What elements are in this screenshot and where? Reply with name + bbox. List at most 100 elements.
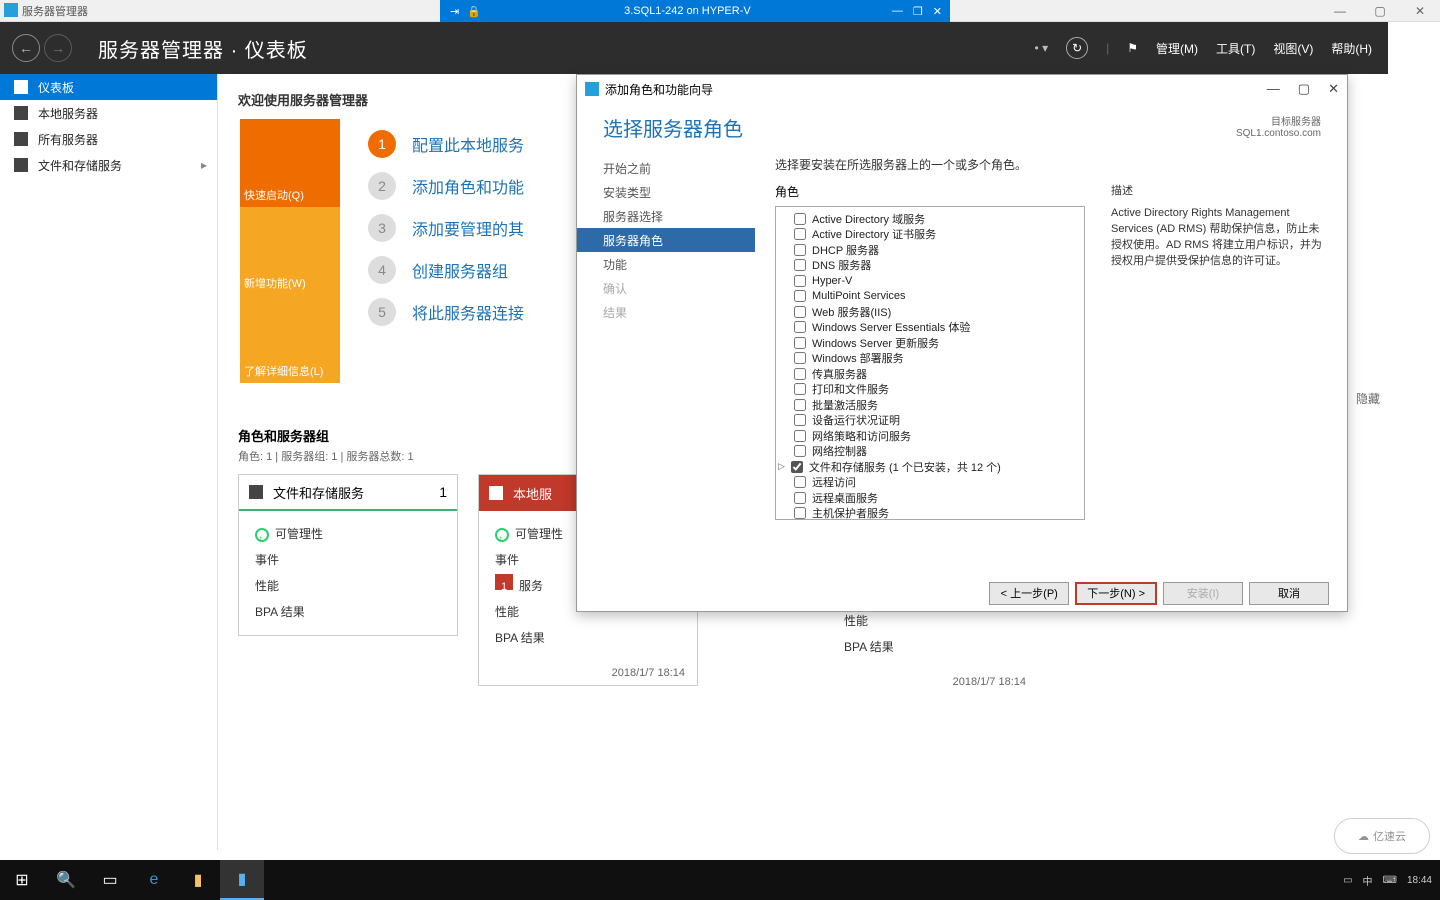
card-row[interactable]: BPA 结果 <box>495 625 681 651</box>
step-5[interactable]: 5将此服务器连接 <box>368 298 524 326</box>
refresh-dropdown[interactable]: • ▾ <box>1035 41 1049 55</box>
step-1[interactable]: 1配置此本地服务 <box>368 130 524 158</box>
hv-close-button[interactable]: ✕ <box>933 5 942 18</box>
card-row[interactable]: BPA 结果 <box>255 599 441 625</box>
menu-manage[interactable]: 管理(M) <box>1156 40 1198 57</box>
role-item[interactable]: Windows Server 更新服务 <box>782 335 1078 351</box>
role-checkbox[interactable] <box>794 244 806 256</box>
role-checkbox[interactable] <box>794 228 806 240</box>
tray-ime[interactable]: 中 <box>1363 873 1373 888</box>
step-3[interactable]: 3添加要管理的其 <box>368 214 524 242</box>
role-item[interactable]: 设备运行状况证明 <box>782 413 1078 429</box>
card-row[interactable]: 性能 <box>255 573 441 599</box>
role-checkbox[interactable] <box>794 306 806 318</box>
card-row[interactable]: 可管理性 <box>255 521 441 547</box>
role-item[interactable]: MultiPoint Services <box>782 289 1078 305</box>
wizard-maximize-button[interactable]: ▢ <box>1298 81 1310 97</box>
role-item[interactable]: 打印和文件服务 <box>782 382 1078 398</box>
start-button[interactable]: ⊞ <box>0 860 44 900</box>
role-card-storage[interactable]: 文件和存储服务1 可管理性 事件 性能 BPA 结果 <box>238 474 458 636</box>
role-item[interactable]: Hyper-V <box>782 273 1078 289</box>
nav-forward-button[interactable]: → <box>44 34 72 62</box>
refresh-icon[interactable]: ↻ <box>1066 37 1088 59</box>
ie-button[interactable]: e <box>132 860 176 900</box>
nav-back-button[interactable]: ← <box>12 34 40 62</box>
roles-list[interactable]: Active Directory 域服务Active Directory 证书服… <box>775 206 1085 520</box>
role-checkbox[interactable] <box>794 321 806 333</box>
step-2[interactable]: 2添加角色和功能 <box>368 172 524 200</box>
role-checkbox[interactable] <box>794 507 806 519</box>
role-checkbox[interactable] <box>794 492 806 504</box>
tile-learnmore[interactable]: 了解详细信息(L) <box>240 295 340 383</box>
server-manager-button[interactable]: ▮ <box>220 860 264 900</box>
role-checkbox[interactable] <box>794 476 806 488</box>
role-checkbox[interactable] <box>794 213 806 225</box>
role-item[interactable]: ▷文件和存储服务 (1 个已安装，共 12 个) <box>782 459 1078 475</box>
prev-button[interactable]: < 上一步(P) <box>989 582 1069 605</box>
nav-install-type[interactable]: 安装类型 <box>577 180 755 204</box>
host-minimize-button[interactable]: — <box>1320 0 1360 22</box>
nav-before[interactable]: 开始之前 <box>577 156 755 180</box>
role-item[interactable]: Active Directory 证书服务 <box>782 227 1078 243</box>
tray-keyboard-icon[interactable]: ⌨ <box>1383 875 1397 886</box>
search-button[interactable]: 🔍 <box>44 860 88 900</box>
card-row[interactable]: BPA 结果 <box>844 634 1022 660</box>
wizard-title-bar[interactable]: 添加角色和功能向导 — ▢ ✕ <box>577 75 1347 103</box>
nav-server-roles[interactable]: 服务器角色 <box>577 228 755 252</box>
role-item[interactable]: 传真服务器 <box>782 366 1078 382</box>
role-checkbox[interactable] <box>794 399 806 411</box>
role-checkbox[interactable] <box>794 259 806 271</box>
taskview-button[interactable]: ▭ <box>88 860 132 900</box>
role-item[interactable]: 网络策略和访问服务 <box>782 428 1078 444</box>
host-close-button[interactable]: ✕ <box>1400 0 1440 22</box>
role-item[interactable]: 远程桌面服务 <box>782 490 1078 506</box>
cancel-button[interactable]: 取消 <box>1249 582 1329 605</box>
role-checkbox[interactable] <box>794 290 806 302</box>
role-checkbox[interactable] <box>794 414 806 426</box>
role-checkbox[interactable] <box>791 461 803 473</box>
tray-time[interactable]: 18:44 <box>1407 875 1432 886</box>
hide-link[interactable]: 隐藏 <box>1356 390 1380 407</box>
breadcrumb-root[interactable]: 服务器管理器 <box>98 40 224 62</box>
hv-lock-icon[interactable]: 🔒 <box>467 5 481 18</box>
wizard-minimize-button[interactable]: — <box>1267 81 1280 97</box>
step-4[interactable]: 4创建服务器组 <box>368 256 524 284</box>
role-checkbox[interactable] <box>794 352 806 364</box>
hyperv-title-bar[interactable]: ⇥ 🔒 3.SQL1-242 on HYPER-V — ❐ ✕ <box>440 0 950 22</box>
hv-minimize-button[interactable]: — <box>892 5 903 18</box>
role-item[interactable]: DNS 服务器 <box>782 258 1078 274</box>
role-checkbox[interactable] <box>794 368 806 380</box>
role-item[interactable]: 批量激活服务 <box>782 397 1078 413</box>
flag-icon[interactable]: ⚑ <box>1127 41 1138 55</box>
explorer-button[interactable]: ▮ <box>176 860 220 900</box>
role-checkbox[interactable] <box>794 275 806 287</box>
nav-features[interactable]: 功能 <box>577 252 755 276</box>
wizard-close-button[interactable]: ✕ <box>1328 81 1339 97</box>
sidebar-item-dashboard[interactable]: 仪表板 <box>0 74 217 100</box>
next-button[interactable]: 下一步(N) > <box>1075 582 1157 605</box>
role-item[interactable]: 网络控制器 <box>782 444 1078 460</box>
role-item[interactable]: 主机保护者服务 <box>782 506 1078 521</box>
expand-icon[interactable]: ▷ <box>778 461 785 472</box>
menu-tools[interactable]: 工具(T) <box>1216 40 1255 57</box>
sidebar-item-storage[interactable]: 文件和存储服务▸ <box>0 152 217 178</box>
sidebar-item-all[interactable]: 所有服务器 <box>0 126 217 152</box>
role-checkbox[interactable] <box>794 430 806 442</box>
menu-view[interactable]: 视图(V) <box>1273 40 1313 57</box>
hv-restore-button[interactable]: ❐ <box>913 5 923 18</box>
hv-pin-icon[interactable]: ⇥ <box>450 5 459 18</box>
tray-network-icon[interactable]: ▭ <box>1343 875 1352 886</box>
role-checkbox[interactable] <box>794 445 806 457</box>
sidebar-item-local[interactable]: 本地服务器 <box>0 100 217 126</box>
menu-help[interactable]: 帮助(H) <box>1331 40 1372 57</box>
card-row[interactable]: 事件 <box>255 547 441 573</box>
nav-server-select[interactable]: 服务器选择 <box>577 204 755 228</box>
role-item[interactable]: Windows 部署服务 <box>782 351 1078 367</box>
role-item[interactable]: Web 服务器(IIS) <box>782 304 1078 320</box>
role-checkbox[interactable] <box>794 383 806 395</box>
role-item[interactable]: DHCP 服务器 <box>782 242 1078 258</box>
role-checkbox[interactable] <box>794 337 806 349</box>
host-maximize-button[interactable]: ▢ <box>1360 0 1400 22</box>
tile-quickstart[interactable]: 快速启动(Q) <box>240 119 340 207</box>
role-item[interactable]: 远程访问 <box>782 475 1078 491</box>
